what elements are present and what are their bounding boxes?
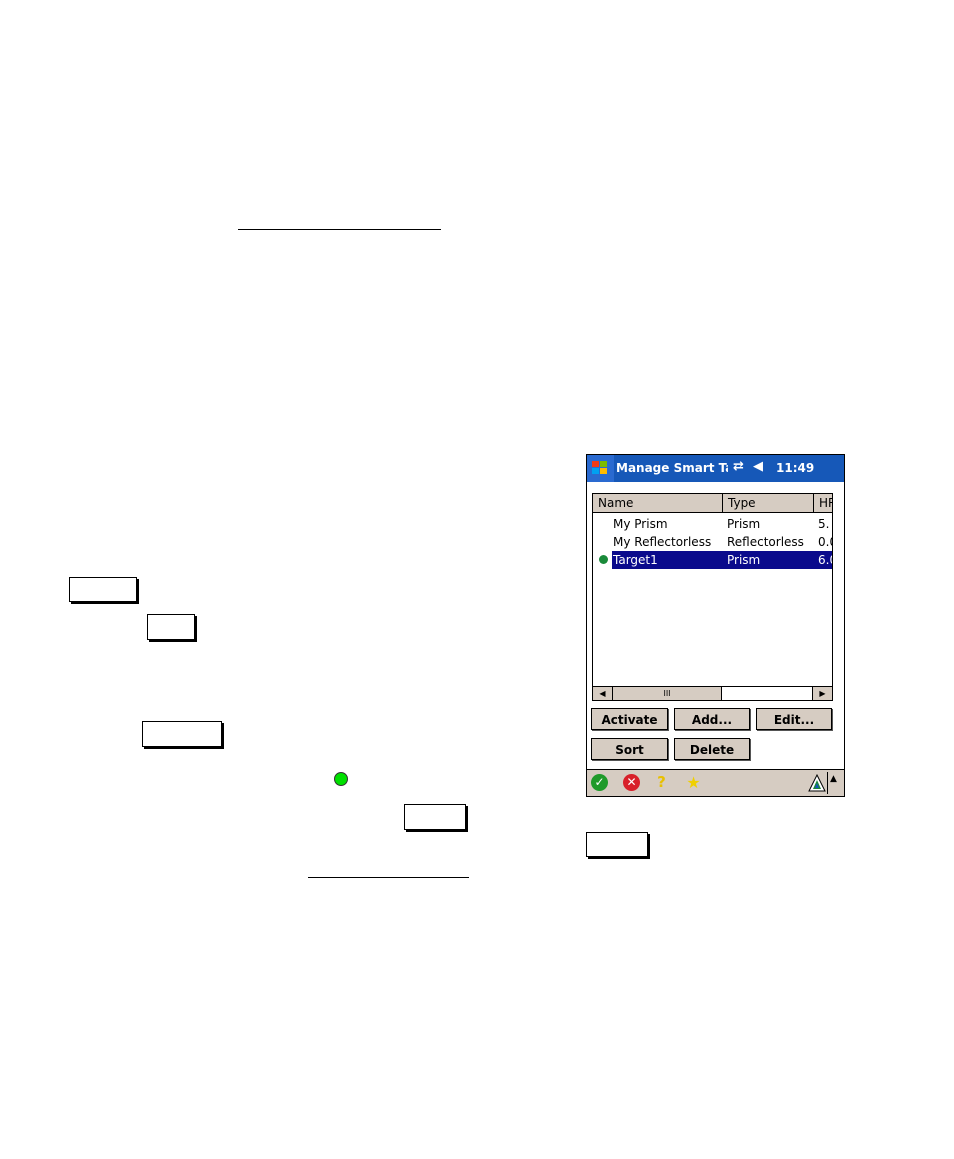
active-target-icon <box>599 555 608 564</box>
cell-type: Reflectorless <box>727 535 804 549</box>
edit-button[interactable]: Edit... <box>756 708 832 730</box>
scroll-thumb[interactable]: III <box>613 687 722 700</box>
title-bar: Manage Smart Tar ⇄ ◀ 11:49 <box>587 455 844 482</box>
targets-list[interactable]: Name Type HR My Prism Prism 5. My Reflec… <box>592 493 833 701</box>
window-title: Manage Smart Tar <box>616 461 728 475</box>
cell-hr: 6.0 <box>818 551 832 569</box>
cancel-icon[interactable]: ✕ <box>623 774 640 791</box>
underline-rule <box>308 877 469 878</box>
cell-name: My Reflectorless <box>613 535 712 549</box>
cell-type: Prism <box>727 517 761 531</box>
cell-type: Prism <box>727 551 818 569</box>
underline-rule <box>238 229 441 230</box>
cell-name: My Prism <box>613 517 668 531</box>
table-row[interactable]: My Prism Prism 5. <box>593 515 832 533</box>
key-box <box>69 577 137 602</box>
table-row-selected[interactable]: Target1 Prism 6.0 <box>593 551 832 569</box>
sort-button[interactable]: Sort <box>591 738 668 760</box>
activate-button[interactable]: Activate <box>591 708 668 730</box>
input-panel-arrow-icon[interactable]: ▲ <box>830 774 837 784</box>
scroll-left-icon[interactable]: ◀ <box>593 687 613 700</box>
speaker-icon[interactable]: ◀ <box>753 459 763 474</box>
help-icon[interactable]: ? <box>653 774 670 791</box>
divider <box>827 772 828 794</box>
command-bar: ✓ ✕ ? ★ ▲ <box>587 769 844 796</box>
column-header-hr[interactable]: HR <box>814 494 832 513</box>
cell-name: Target1 <box>612 551 728 569</box>
clock[interactable]: 11:49 <box>776 461 814 475</box>
sync-icon[interactable]: ⇄ <box>733 459 744 474</box>
windows-start-icon[interactable] <box>587 455 614 482</box>
add-button[interactable]: Add... <box>674 708 750 730</box>
key-box <box>586 832 648 857</box>
device-screen: Manage Smart Tar ⇄ ◀ 11:49 Name Type HR … <box>586 454 845 797</box>
ok-icon[interactable]: ✓ <box>591 774 608 791</box>
cell-hr: 5. <box>818 517 830 531</box>
column-header-type[interactable]: Type <box>723 494 814 513</box>
document-page: Manage Smart Tar ⇄ ◀ 11:49 Name Type HR … <box>0 0 954 1159</box>
app-logo-icon[interactable] <box>808 773 826 795</box>
column-header-name[interactable]: Name <box>593 494 723 513</box>
cell-hr: 0.0 <box>818 535 832 549</box>
delete-button[interactable]: Delete <box>674 738 750 760</box>
scroll-right-icon[interactable]: ▶ <box>812 687 832 700</box>
horizontal-scrollbar[interactable]: ◀ III ▶ <box>593 686 832 700</box>
key-box <box>404 804 466 830</box>
favorites-icon[interactable]: ★ <box>685 774 702 791</box>
key-box <box>147 614 195 640</box>
status-dot-icon <box>334 772 348 786</box>
table-row[interactable]: My Reflectorless Reflectorless 0.0 <box>593 533 832 551</box>
key-box <box>142 721 222 747</box>
